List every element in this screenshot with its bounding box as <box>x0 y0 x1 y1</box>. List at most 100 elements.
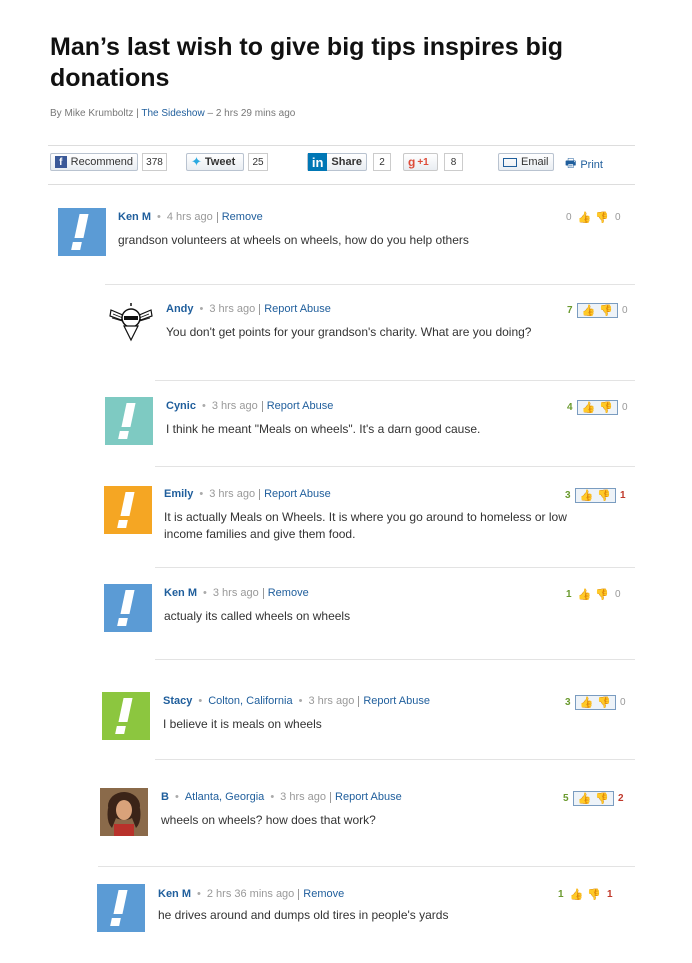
comment-text: grandson volunteers at wheels on wheels,… <box>118 233 469 247</box>
vote-controls: 4 👍 👎 0 <box>567 400 628 415</box>
comment-location[interactable]: Atlanta, Georgia <box>185 791 265 803</box>
vote-controls: 3 👍 👎 0 <box>565 695 626 710</box>
thumbs-down-icon[interactable]: 👎 <box>595 792 609 805</box>
vote-controls: 3 👍 👎 1 <box>565 488 626 503</box>
comment-time: 3 hrs ago <box>280 791 327 803</box>
avatar[interactable] <box>100 788 148 836</box>
remove-link[interactable]: Remove <box>268 587 309 599</box>
down-count: 0 <box>621 402 628 413</box>
byline: By Mike Krumboltz | The Sideshow – 2 hrs… <box>50 108 295 119</box>
email-label: Email <box>521 156 549 168</box>
comment-author[interactable]: Stacy <box>163 695 192 707</box>
comment-meta: Stacy • Colton, California • 3 hrs ago Report… <box>163 695 430 707</box>
twitter-icon: ✦ <box>191 154 202 169</box>
comment-author[interactable]: Andy <box>166 303 194 315</box>
recommend-button[interactable]: f Recommend <box>50 153 138 171</box>
vote-controls: 1 👍 👎 0 <box>566 587 621 602</box>
linkedin-share-button[interactable]: in Share <box>307 153 367 171</box>
up-count: 1 <box>558 889 564 900</box>
thumbs-up-icon[interactable]: 👍 <box>578 792 592 805</box>
divider <box>98 866 635 867</box>
vote-controls: 5 👍 👎 2 <box>563 791 624 806</box>
comment-text-line: income families and give them food. <box>164 527 356 541</box>
email-button[interactable]: Email <box>498 153 554 171</box>
thumbs-up-icon[interactable]: 👍 <box>582 401 596 414</box>
divider <box>155 567 635 568</box>
thumbs-up-icon[interactable]: 👍 <box>578 211 592 224</box>
print-label: Print <box>580 158 603 171</box>
avatar[interactable] <box>58 208 106 256</box>
thumbs-up-icon[interactable]: 👍 <box>578 588 592 601</box>
thumbs-up-icon[interactable]: 👍 <box>580 696 594 709</box>
comment-meta: Ken M • 3 hrs ago Remove <box>164 587 309 599</box>
report-abuse-link[interactable]: Report Abuse <box>335 791 402 803</box>
google-plus-icon: g <box>408 155 416 169</box>
byline-source-link[interactable]: The Sideshow <box>141 108 204 119</box>
comment-author[interactable]: Ken M <box>118 211 151 223</box>
thumbs-down-icon[interactable]: 👎 <box>587 888 601 901</box>
up-count: 7 <box>567 305 573 316</box>
comment-time: 3 hrs ago <box>209 488 256 500</box>
thumbs-down-icon[interactable]: 👎 <box>595 211 609 224</box>
thumbs-down-icon[interactable]: 👎 <box>599 304 613 317</box>
comment-meta: B • Atlanta, Georgia • 3 hrs ago Report Abuse <box>161 791 402 803</box>
thumbs-up-icon[interactable]: 👍 <box>580 489 594 502</box>
comment-text: I think he meant "Meals on wheels". It's… <box>166 422 481 436</box>
divider <box>105 284 635 285</box>
down-count: 0 <box>614 589 621 600</box>
tweet-count: 25 <box>248 153 268 171</box>
thumbs-up-icon[interactable]: 👍 <box>570 888 584 901</box>
google-plus-button[interactable]: g +1 <box>403 153 438 171</box>
comment-meta: Emily • 3 hrs ago Report Abuse <box>164 488 331 500</box>
comment-author[interactable]: Ken M <box>164 587 197 599</box>
down-count: 0 <box>614 212 621 223</box>
avatar[interactable] <box>107 302 155 350</box>
tweet-button[interactable]: ✦ Tweet <box>186 153 244 171</box>
divider <box>48 184 635 185</box>
comment-text-line: It is actually Meals on Wheels. It is wh… <box>164 510 567 524</box>
comment-author[interactable]: Emily <box>164 488 193 500</box>
avatar[interactable] <box>97 884 145 932</box>
down-count: 1 <box>606 889 613 900</box>
remove-link[interactable]: Remove <box>303 888 344 900</box>
report-abuse-link[interactable]: Report Abuse <box>264 488 331 500</box>
printer-icon: 🖶 <box>565 156 577 170</box>
comment-location[interactable]: Colton, California <box>208 695 292 707</box>
comment-author[interactable]: Cynic <box>166 400 196 412</box>
comment-time: 2 hrs 36 mins ago <box>206 888 295 900</box>
vote-controls: 1 👍 👎 1 <box>558 887 613 902</box>
comment-text: he drives around and dumps old tires in … <box>158 908 449 922</box>
mail-icon <box>503 157 517 167</box>
comment-author[interactable]: B <box>161 791 169 803</box>
report-abuse-link[interactable]: Report Abuse <box>267 400 334 412</box>
up-count: 5 <box>563 793 569 804</box>
divider <box>155 380 635 381</box>
thumbs-down-icon[interactable]: 👎 <box>597 489 611 502</box>
remove-link[interactable]: Remove <box>222 211 263 223</box>
gplus-label: +1 <box>417 156 429 168</box>
comment-author[interactable]: Ken M <box>158 888 191 900</box>
down-count: 0 <box>621 305 628 316</box>
winged-knight-icon <box>109 303 153 342</box>
thumbs-up-icon[interactable]: 👍 <box>582 304 596 317</box>
avatar[interactable] <box>104 486 152 534</box>
report-abuse-link[interactable]: Report Abuse <box>264 303 331 315</box>
byline-author: By Mike Krumboltz | <box>50 108 139 119</box>
divider <box>155 466 635 467</box>
report-abuse-link[interactable]: Report Abuse <box>363 695 430 707</box>
divider <box>155 659 635 660</box>
comment-time: 3 hrs ago <box>308 695 355 707</box>
share-bar: f Recommend 378 ✦ Tweet 25 in Share 2 g … <box>48 151 638 177</box>
comment-meta: Ken M • 4 hrs ago Remove <box>118 211 263 223</box>
thumbs-down-icon[interactable]: 👎 <box>595 588 609 601</box>
gplus-count: 8 <box>444 153 463 171</box>
thumbs-down-icon[interactable]: 👎 <box>597 696 611 709</box>
print-link[interactable]: 🖶 Print <box>565 154 603 175</box>
down-count: 0 <box>619 697 626 708</box>
comment-meta: Cynic • 3 hrs ago Report Abuse <box>166 400 334 412</box>
thumbs-down-icon[interactable]: 👎 <box>599 401 613 414</box>
avatar[interactable] <box>102 692 150 740</box>
tweet-label: Tweet <box>204 156 236 168</box>
avatar[interactable] <box>104 584 152 632</box>
avatar[interactable] <box>105 397 153 445</box>
